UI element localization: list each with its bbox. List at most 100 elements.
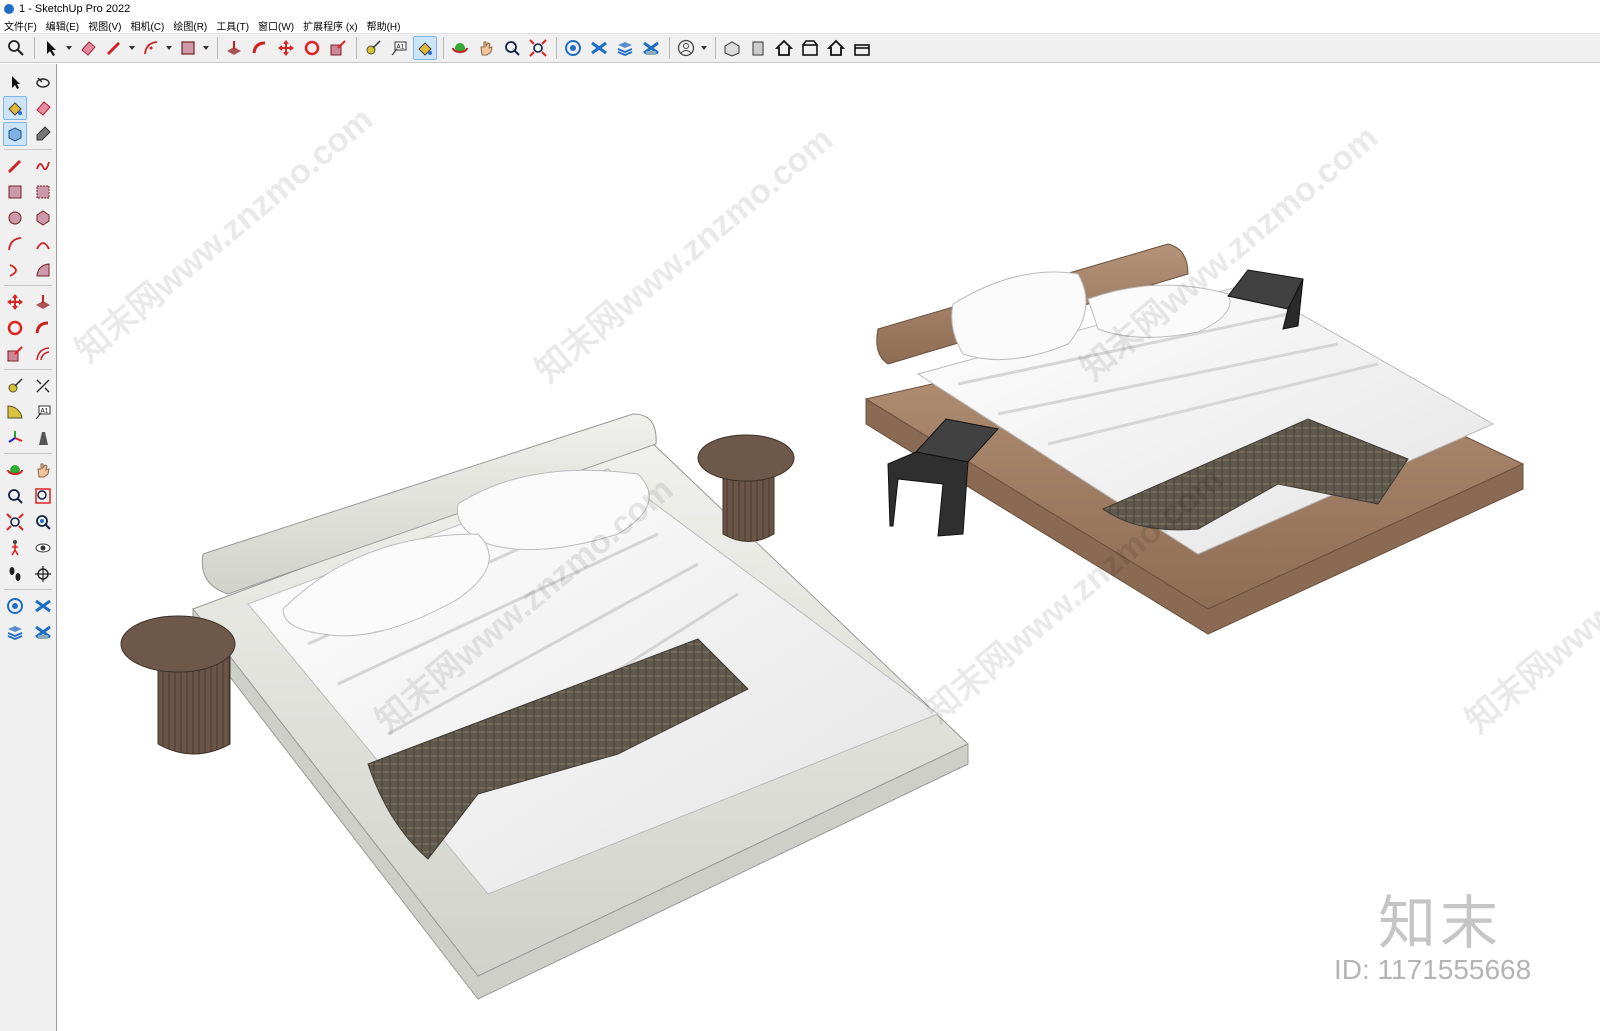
text-icon[interactable]: A1: [387, 36, 411, 60]
follow-me-icon[interactable]: [31, 316, 55, 340]
push-pull-icon[interactable]: [31, 290, 55, 314]
pie-icon[interactable]: [31, 258, 55, 282]
sandbox-icon[interactable]: [639, 36, 663, 60]
section-plane-icon[interactable]: [31, 562, 55, 586]
pencil-dropdown[interactable]: [128, 36, 136, 60]
pan-icon[interactable]: [474, 36, 498, 60]
pencil-icon[interactable]: [102, 36, 126, 60]
iso-view-icon[interactable]: [720, 36, 744, 60]
eraser-icon[interactable]: [76, 36, 100, 60]
move-icon[interactable]: [274, 36, 298, 60]
svg-text:A1: A1: [41, 408, 49, 415]
right-view-icon[interactable]: [798, 36, 822, 60]
menu-file[interactable]: 文件(F): [4, 18, 37, 33]
tool-row: [3, 342, 55, 366]
menu-help[interactable]: 帮助(H): [367, 18, 401, 33]
extension-icon[interactable]: [587, 36, 611, 60]
extension-warehouse-icon[interactable]: [31, 594, 55, 618]
menu-draw[interactable]: 绘图(R): [173, 18, 207, 33]
tool-row: [3, 426, 55, 450]
arc-icon[interactable]: [139, 36, 163, 60]
rectangle-icon[interactable]: [176, 36, 200, 60]
account-dropdown[interactable]: [700, 36, 708, 60]
main-toolbar: A1: [0, 33, 1600, 63]
select-icon[interactable]: [3, 70, 27, 94]
left-view-icon[interactable]: [850, 36, 874, 60]
footprints-icon[interactable]: [3, 562, 27, 586]
toolbar-separator: [34, 37, 35, 59]
menu-window[interactable]: 窗口(W): [258, 18, 294, 33]
rectangle-dropdown[interactable]: [202, 36, 210, 60]
look-around-icon[interactable]: [31, 536, 55, 560]
dimension-icon[interactable]: [31, 374, 55, 398]
arc-dropdown[interactable]: [165, 36, 173, 60]
follow-me-icon[interactable]: [248, 36, 272, 60]
home-icon[interactable]: [772, 36, 796, 60]
warehouse-icon[interactable]: [561, 36, 585, 60]
three-point-arc-icon[interactable]: [3, 258, 27, 282]
rotated-rectangle-icon[interactable]: [31, 180, 55, 204]
walk-icon[interactable]: [3, 536, 27, 560]
menu-view[interactable]: 视图(V): [88, 18, 121, 33]
offset-icon[interactable]: [31, 342, 55, 366]
text-icon[interactable]: A1: [31, 400, 55, 424]
push-pull-icon[interactable]: [222, 36, 246, 60]
side-table-wood-left[interactable]: [120, 615, 236, 755]
rotate-icon[interactable]: [300, 36, 324, 60]
large-tool-set: A1: [0, 64, 57, 1031]
brand-watermark-id: ID: 1171555668: [1334, 954, 1532, 985]
front-view-icon[interactable]: [746, 36, 770, 60]
account-icon[interactable]: [674, 36, 698, 60]
bed-light-upholstered[interactable]: [192, 413, 969, 1000]
two-point-arc-icon[interactable]: [31, 232, 55, 256]
tape-measure-icon[interactable]: [361, 36, 385, 60]
tool-row: [3, 510, 55, 534]
toolbar-separator: [556, 37, 557, 59]
select-dropdown[interactable]: [65, 36, 73, 60]
paint-bucket-icon[interactable]: [3, 96, 27, 120]
menu-tools[interactable]: 工具(T): [216, 18, 249, 33]
orbit-lasso-icon[interactable]: [31, 70, 55, 94]
back-view-icon[interactable]: [824, 36, 848, 60]
move-icon[interactable]: [3, 290, 27, 314]
paint-bucket-icon[interactable]: [413, 36, 437, 60]
position-camera-icon[interactable]: [31, 510, 55, 534]
site-watermark: 知末网www.znzmo.com: [69, 100, 380, 370]
select-icon[interactable]: [39, 36, 63, 60]
orbit-icon[interactable]: [448, 36, 472, 60]
layers-icon[interactable]: [3, 620, 27, 644]
zoom-window-icon[interactable]: [31, 484, 55, 508]
3d-text-icon[interactable]: [31, 426, 55, 450]
arc-icon[interactable]: [3, 232, 27, 256]
protractor-icon[interactable]: [3, 400, 27, 424]
zoom-icon[interactable]: [3, 484, 27, 508]
scale-icon[interactable]: [326, 36, 350, 60]
tool-row: [3, 374, 55, 398]
warehouse-icon[interactable]: [3, 594, 27, 618]
rectangle-icon[interactable]: [3, 180, 27, 204]
tape-measure-icon[interactable]: [3, 374, 27, 398]
circle-icon[interactable]: [3, 206, 27, 230]
zoom-extents-icon[interactable]: [3, 510, 27, 534]
zoom-icon[interactable]: [4, 36, 28, 60]
sandbox-icon[interactable]: [31, 620, 55, 644]
modeling-viewport[interactable]: 知末网www.znzmo.com 知末网www.znzmo.com 知末网www…: [58, 64, 1600, 1031]
tag-icon[interactable]: [31, 122, 55, 146]
freehand-icon[interactable]: [31, 154, 55, 178]
rotate-icon[interactable]: [3, 316, 27, 340]
polygon-icon[interactable]: [31, 206, 55, 230]
menu-extensions[interactable]: 扩展程序 (x): [303, 18, 357, 33]
pan-icon[interactable]: [31, 458, 55, 482]
axes-icon[interactable]: [3, 426, 27, 450]
tool-separator: [4, 453, 52, 454]
orbit-icon[interactable]: [3, 458, 27, 482]
scale-icon[interactable]: [3, 342, 27, 366]
zoom-window-icon[interactable]: [500, 36, 524, 60]
eraser-icon[interactable]: [31, 96, 55, 120]
pencil-icon[interactable]: [3, 154, 27, 178]
component-icon[interactable]: [3, 122, 27, 146]
menu-edit[interactable]: 编辑(E): [46, 18, 79, 33]
layers-icon[interactable]: [613, 36, 637, 60]
menu-camera[interactable]: 相机(C): [130, 18, 164, 33]
zoom-extents-icon[interactable]: [526, 36, 550, 60]
